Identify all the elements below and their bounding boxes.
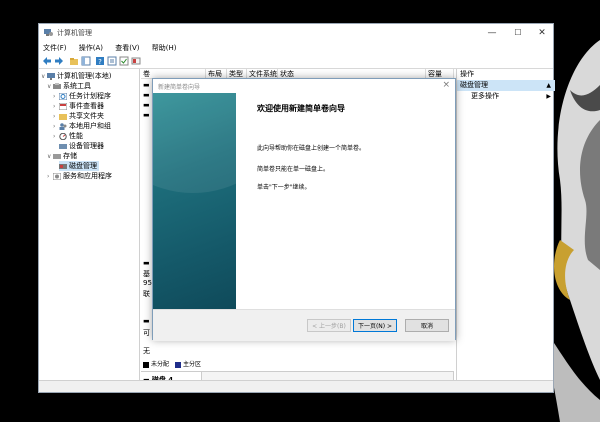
volume-row-marker: ▬ xyxy=(143,101,150,109)
tree-item-shared-folders[interactable]: › 共享文件夹 xyxy=(53,111,104,121)
menu-bar: 文件(F) 操作(A) 查看(V) 帮助(H) xyxy=(39,42,553,54)
performance-icon xyxy=(59,132,67,140)
wizard-close-icon[interactable]: × xyxy=(442,80,450,90)
actions-pane: 操作 磁盘管理 ▲ 更多操作 ▶ xyxy=(456,69,555,382)
disk-partial-size: 95 xyxy=(143,279,152,287)
menu-action[interactable]: 操作(A) xyxy=(79,42,103,54)
disk-view-icon[interactable] xyxy=(131,56,141,66)
disk-row-marker: ▬ xyxy=(143,259,150,267)
wizard-banner xyxy=(153,93,236,309)
close-button[interactable]: ✕ xyxy=(530,26,554,40)
actions-header: 操作 xyxy=(460,70,474,78)
maximize-button[interactable]: ☐ xyxy=(506,26,530,40)
navigation-tree: ∨ 计算机管理(本地) ∨ 系统工具 › 任务计划程序 › 事件查看器 › 共享文件夹 ›… xyxy=(39,69,140,382)
title-bar: 计算机管理 — ☐ ✕ xyxy=(39,24,553,42)
properties-icon[interactable] xyxy=(107,56,117,66)
tree-item-task-scheduler[interactable]: › 任务计划程序 xyxy=(53,91,111,101)
computer-management-icon xyxy=(44,29,53,36)
new-simple-volume-wizard: 新建简单卷向导 × 欢迎使用新建简单卷向导 此向导帮助你在磁盘上创建一个简单卷。… xyxy=(152,78,456,341)
menu-view[interactable]: 查看(V) xyxy=(115,42,139,54)
show-hide-tree-icon[interactable] xyxy=(81,56,91,66)
actions-more[interactable]: 更多操作 ▶ xyxy=(457,91,555,102)
storage-icon xyxy=(53,153,61,159)
tree-item-storage[interactable]: ∨ 存储 xyxy=(47,151,77,161)
menu-file[interactable]: 文件(F) xyxy=(43,42,67,54)
wizard-footer: < 上一步(B) 下一页(N) > 取消 xyxy=(153,309,455,341)
toolbar: ? xyxy=(39,54,553,69)
tools-icon xyxy=(53,82,61,89)
wizard-note: 简单卷只能在单一磁盘上。 xyxy=(257,166,330,173)
tree-item-services-apps[interactable]: › 服务和应用程序 xyxy=(47,171,112,181)
device-manager-icon xyxy=(59,143,67,149)
event-viewer-icon xyxy=(59,102,67,110)
collapse-triangle-icon[interactable]: ▲ xyxy=(546,80,551,91)
wizard-title: 新建简单卷向导 xyxy=(158,84,201,91)
next-button[interactable]: 下一页(N) > xyxy=(353,319,397,332)
primary-partition-swatch xyxy=(174,361,181,368)
svg-text:?: ? xyxy=(98,58,102,66)
wizard-description: 此向导帮助你在磁盘上创建一个简单卷。 xyxy=(257,145,366,152)
disk-management-icon xyxy=(59,163,67,169)
volume-row-marker: ▬ xyxy=(143,81,150,89)
services-icon xyxy=(53,172,61,180)
volume-row-marker: ▬ xyxy=(143,91,150,99)
minimize-button[interactable]: — xyxy=(480,26,504,40)
tree-item-event-viewer[interactable]: › 事件查看器 xyxy=(53,101,104,111)
folder-up-icon[interactable] xyxy=(69,56,79,66)
task-scheduler-icon xyxy=(59,92,67,100)
tree-item-performance[interactable]: › 性能 xyxy=(53,131,83,141)
cancel-button[interactable]: 取消 xyxy=(405,319,449,332)
submenu-arrow-icon: ▶ xyxy=(546,93,551,100)
disk-removable-partial: 可 xyxy=(143,329,150,337)
check-icon[interactable] xyxy=(119,56,129,66)
tree-item-device-manager[interactable]: 设备管理器 xyxy=(59,141,104,151)
legend: 未分配 主分区 xyxy=(143,359,201,368)
computer-icon xyxy=(47,72,55,80)
disk-row-marker: ▬ xyxy=(143,317,150,325)
wizard-heading: 欢迎使用新建简单卷向导 xyxy=(257,104,345,113)
divider xyxy=(141,371,201,372)
tree-item-system-tools[interactable]: ∨ 系统工具 xyxy=(47,81,91,91)
volume-row-marker: ▬ xyxy=(143,111,150,119)
back-arrow-icon[interactable] xyxy=(42,56,52,66)
back-button[interactable]: < 上一步(B) xyxy=(307,319,351,332)
wizard-title-bar: 新建简单卷向导 × xyxy=(153,79,455,93)
disk-no-media-partial: 无 xyxy=(143,347,150,355)
disk-partial-label: 基 xyxy=(143,270,150,278)
tree-root[interactable]: ∨ 计算机管理(本地) xyxy=(41,71,111,81)
shared-folder-icon xyxy=(59,113,67,120)
disk-partial-status: 联 xyxy=(143,290,150,298)
help-icon[interactable]: ? xyxy=(95,56,105,66)
unallocated-swatch xyxy=(143,361,149,368)
menu-help[interactable]: 帮助(H) xyxy=(152,42,177,54)
forward-arrow-icon[interactable] xyxy=(54,56,64,66)
actions-section-disk-management[interactable]: 磁盘管理 ▲ xyxy=(457,80,555,91)
wizard-body: 欢迎使用新建简单卷向导 此向导帮助你在磁盘上创建一个简单卷。 简单卷只能在单一磁… xyxy=(153,93,455,309)
status-bar: 未分配 主分区 xyxy=(39,361,553,392)
wizard-instruction: 单击"下一步"继续。 xyxy=(257,184,311,191)
window-title: 计算机管理 xyxy=(57,29,92,37)
tree-item-disk-management[interactable]: 磁盘管理 xyxy=(59,161,99,171)
users-icon xyxy=(59,122,67,130)
tree-item-local-users[interactable]: › 本地用户和组 xyxy=(53,121,111,131)
